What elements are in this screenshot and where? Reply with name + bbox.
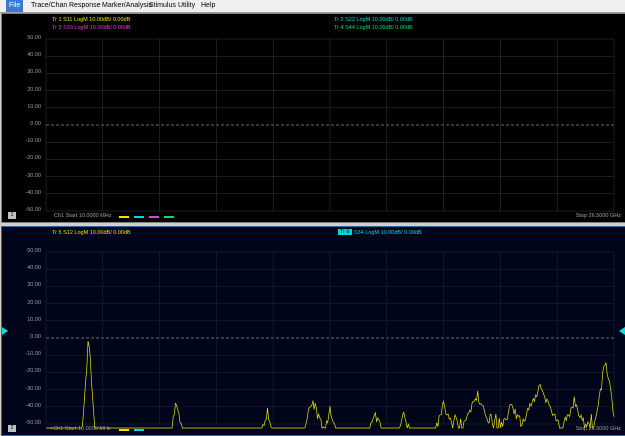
channel-1-window[interactable]: Tr 1 S11 LogM 10.00dB/ 0.00dB Tr 2 S22 L… xyxy=(1,13,625,223)
channel-2-plot xyxy=(45,251,615,429)
channel-1-stop: Stop 26.5000 GHz xyxy=(575,213,621,219)
channel-2-start: >Ch1 Start 10.0000 MHz xyxy=(50,426,111,432)
reference-level-marker-left[interactable] xyxy=(2,327,8,335)
channel-1-plot xyxy=(2,14,615,212)
menu-bar: File Trace/Chan Response Marker/Analysis… xyxy=(0,0,625,13)
menu-file[interactable]: File xyxy=(6,0,24,12)
channel-number-badge: 2 xyxy=(8,425,16,432)
channel-1-start: Ch1 Start 10.0000 MHz xyxy=(54,213,112,219)
trace-6-swatch xyxy=(134,429,144,431)
trace-4-swatch xyxy=(164,216,174,218)
menu-trace-chan[interactable]: Trace/Chan xyxy=(28,0,70,12)
menu-response[interactable]: Response xyxy=(66,0,104,12)
trace-3-swatch xyxy=(149,216,159,218)
channel-number-badge: 1 xyxy=(8,212,16,219)
channel-2-window[interactable]: Tr 5 S12 LogM 10.00dB/ 0.00dB Tr 6 S34 L… xyxy=(1,226,625,436)
menu-stimulus[interactable]: Stimulus xyxy=(146,0,179,12)
reference-level-marker-right[interactable] xyxy=(619,327,625,335)
trace-1-swatch xyxy=(119,216,129,218)
menu-utility[interactable]: Utility xyxy=(175,0,198,12)
trace-2-swatch xyxy=(134,216,144,218)
trace-5-swatch xyxy=(119,429,129,431)
menu-help[interactable]: Help xyxy=(198,0,218,12)
channel-2-stop: Stop 26.5000 GHz xyxy=(575,426,621,432)
